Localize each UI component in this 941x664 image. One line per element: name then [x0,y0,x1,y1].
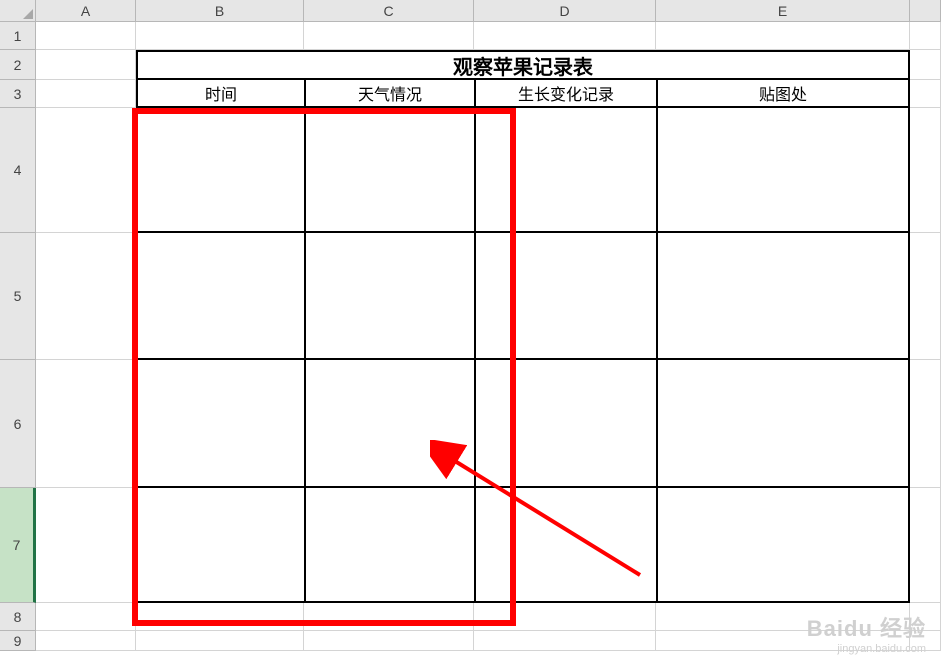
data-c7[interactable] [304,488,474,603]
table-title[interactable]: 观察苹果记录表 [136,50,910,80]
col-header-next[interactable] [910,0,941,22]
cell-f1[interactable] [910,22,941,50]
cell-f5[interactable] [910,233,941,360]
cell-a6[interactable] [36,360,136,488]
table-header-row: 时间 天气情况 生长变化记录 贴图处 [136,80,910,108]
table-header-picture[interactable]: 贴图处 [656,80,910,108]
cell-b9[interactable] [136,631,304,651]
table-data-grid [136,108,910,603]
cell-a8[interactable] [36,603,136,631]
row-header-2[interactable]: 2 [0,50,36,80]
row-headers: 1 2 3 4 5 6 7 8 9 [0,22,36,651]
cell-c8[interactable] [304,603,474,631]
cell-a3[interactable] [36,80,136,108]
cell-e1[interactable] [656,22,910,50]
row-header-5[interactable]: 5 [0,233,36,360]
cell-a2[interactable] [36,50,136,80]
table-header-time[interactable]: 时间 [136,80,304,108]
data-d4[interactable] [474,108,656,233]
data-b4[interactable] [136,108,304,233]
data-e6[interactable] [656,360,910,488]
cell-a7[interactable] [36,488,136,603]
row-header-3[interactable]: 3 [0,80,36,108]
data-e5[interactable] [656,233,910,360]
select-all-triangle-icon [23,9,33,19]
data-b7[interactable] [136,488,304,603]
cell-d9[interactable] [474,631,656,651]
data-b5[interactable] [136,233,304,360]
row-header-1[interactable]: 1 [0,22,36,50]
cell-c9[interactable] [304,631,474,651]
col-header-e[interactable]: E [656,0,910,22]
cell-a4[interactable] [36,108,136,233]
data-c5[interactable] [304,233,474,360]
table-header-weather[interactable]: 天气情况 [304,80,474,108]
data-b6[interactable] [136,360,304,488]
cell-f8[interactable] [910,603,941,631]
column-headers: A B C D E [36,0,941,22]
spreadsheet: A B C D E 1 2 3 4 5 6 7 8 9 [0,0,941,664]
row-header-9[interactable]: 9 [0,631,36,651]
cell-c1[interactable] [304,22,474,50]
data-d6[interactable] [474,360,656,488]
row-header-8[interactable]: 8 [0,603,36,631]
cell-f7[interactable] [910,488,941,603]
cell-f3[interactable] [910,80,941,108]
select-all-corner[interactable] [0,0,36,22]
row-header-4[interactable]: 4 [0,108,36,233]
col-header-d[interactable]: D [474,0,656,22]
col-header-b[interactable]: B [136,0,304,22]
cell-e8[interactable] [656,603,910,631]
data-e7[interactable] [656,488,910,603]
data-c6[interactable] [304,360,474,488]
col-header-a[interactable]: A [36,0,136,22]
cell-e9[interactable] [656,631,910,651]
cell-f6[interactable] [910,360,941,488]
data-e4[interactable] [656,108,910,233]
data-c4[interactable] [304,108,474,233]
cell-f9[interactable] [910,631,941,651]
cell-f4[interactable] [910,108,941,233]
table-header-growth[interactable]: 生长变化记录 [474,80,656,108]
cell-a9[interactable] [36,631,136,651]
cell-d1[interactable] [474,22,656,50]
data-d7[interactable] [474,488,656,603]
grid-area[interactable]: 观察苹果记录表 时间 天气情况 生长变化记录 贴图处 [36,22,941,651]
data-d5[interactable] [474,233,656,360]
cell-b8[interactable] [136,603,304,631]
col-header-c[interactable]: C [304,0,474,22]
cell-d8[interactable] [474,603,656,631]
row-header-7[interactable]: 7 [0,488,36,603]
row-header-6[interactable]: 6 [0,360,36,488]
cell-f2[interactable] [910,50,941,80]
cell-a1[interactable] [36,22,136,50]
cell-b1[interactable] [136,22,304,50]
cell-a5[interactable] [36,233,136,360]
